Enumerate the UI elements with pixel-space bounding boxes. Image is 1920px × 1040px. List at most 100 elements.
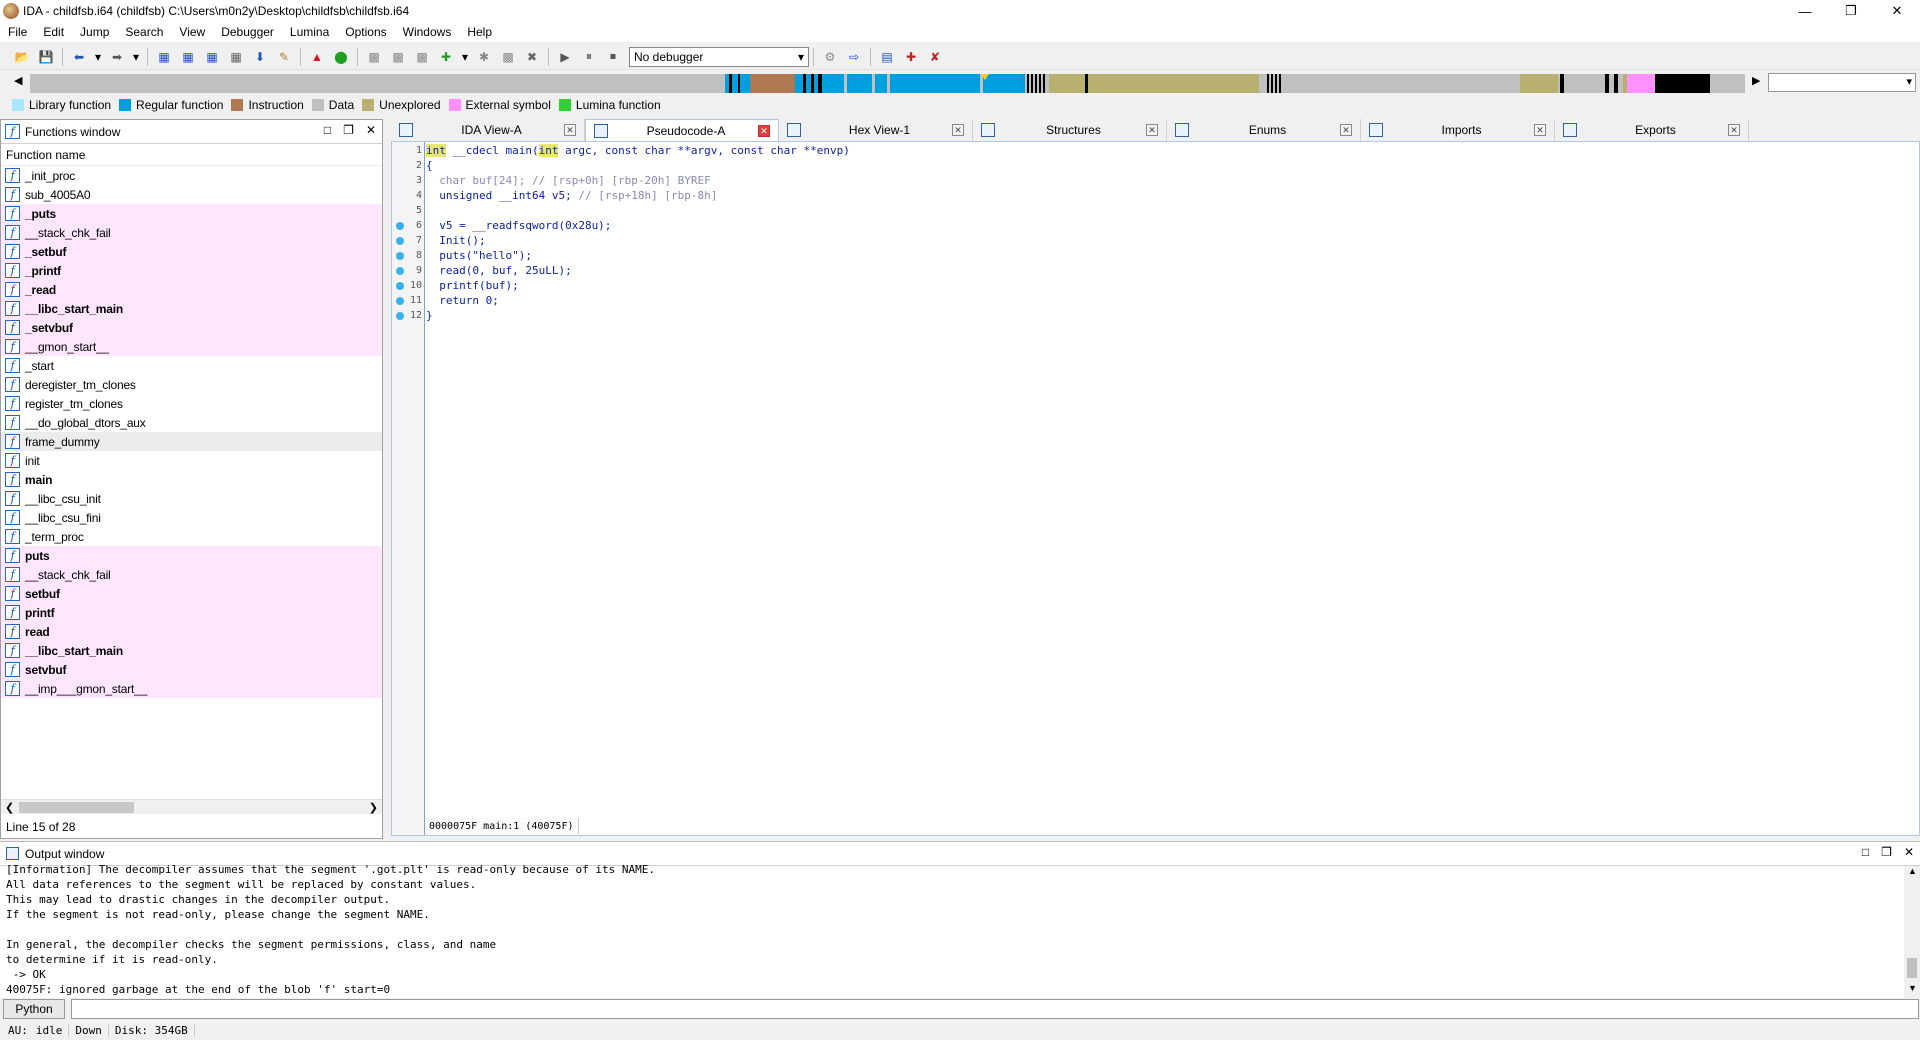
delete-icon[interactable]: ✖ [523, 48, 541, 66]
menu-file[interactable]: File [0, 25, 35, 39]
binary-search-icon[interactable]: ▦ [155, 48, 173, 66]
breakpoint-dot-icon[interactable] [396, 252, 404, 260]
function-list-item[interactable]: f __do_global_dtors_aux [1, 413, 382, 432]
function-list-item[interactable]: f __libc_csu_fini [1, 508, 382, 527]
function-list-item[interactable]: f frame_dummy [1, 432, 382, 451]
back-dropdown-icon[interactable]: ▾ [94, 48, 102, 66]
debugger-options-icon[interactable]: ⚙ [821, 48, 839, 66]
function-list-item[interactable]: f __gmon_start__ [1, 337, 382, 356]
patch-icon[interactable]: ▩ [365, 48, 383, 66]
function-list-item[interactable]: f __imp___gmon_start__ [1, 679, 382, 698]
debugger-select[interactable]: No debugger ▾ [629, 46, 809, 67]
settings-icon[interactable]: ✱ [475, 48, 493, 66]
tab-structures[interactable]: Structures ✕ [973, 119, 1167, 141]
function-list-item[interactable]: f setvbuf [1, 660, 382, 679]
scroll-left-icon[interactable]: ❮ [5, 801, 14, 814]
close-tab-icon[interactable]: ✕ [952, 124, 964, 136]
add-breakpoint-icon[interactable]: ✚ [902, 48, 920, 66]
function-list-item[interactable]: f _setvbuf [1, 318, 382, 337]
breakpoint-dot-icon[interactable] [396, 282, 404, 290]
nav-combo[interactable]: ▾ [1768, 73, 1916, 92]
tab-hex-view-1[interactable]: Hex View-1 ✕ [779, 119, 973, 141]
code-line-11[interactable]: return 0; [426, 293, 499, 308]
breakpoint-dot-icon[interactable] [396, 222, 404, 230]
code-line-8[interactable]: puts("hello"); [426, 248, 532, 263]
forward-dropdown-icon[interactable]: ▾ [132, 48, 140, 66]
text-search-icon[interactable]: ▦ [179, 48, 197, 66]
plus-icon[interactable]: ✚ [437, 48, 455, 66]
run-script-icon[interactable]: ⬤ [332, 48, 350, 66]
close-icon[interactable]: ✕ [1904, 845, 1914, 859]
menu-windows[interactable]: Windows [395, 25, 460, 39]
breakpoint-dot-icon[interactable] [396, 267, 404, 275]
vertical-scrollbar[interactable]: ▲ ▼ [1904, 866, 1920, 998]
nav-right-arrow-icon[interactable]: ▶ [1752, 74, 1760, 87]
function-list-item[interactable]: f __libc_start_main [1, 299, 382, 318]
close-tab-icon[interactable]: ✕ [758, 124, 770, 137]
float-icon[interactable]: ❐ [343, 123, 354, 137]
function-list-item[interactable]: f _puts [1, 204, 382, 223]
menu-view[interactable]: View [171, 25, 213, 39]
function-list-item[interactable]: f _start [1, 356, 382, 375]
maximize-icon[interactable]: □ [1862, 845, 1869, 859]
back-arrow-icon[interactable]: ⬅ [70, 48, 88, 66]
function-list-item[interactable]: f puts [1, 546, 382, 565]
navigation-bar[interactable] [30, 74, 1745, 93]
start-debug-icon[interactable]: ▶ [556, 48, 574, 66]
close-icon[interactable]: ✕ [366, 123, 376, 137]
code-line-6[interactable]: v5 = __readfsqword(0x28u); [426, 218, 611, 233]
menu-help[interactable]: Help [459, 25, 500, 39]
open-folder-icon[interactable]: 📂 [13, 48, 31, 66]
minimize-button[interactable]: — [1782, 0, 1828, 22]
code-line-3[interactable]: char buf[24]; // [rsp+0h] [rbp-20h] BYRE… [426, 173, 711, 188]
scroll-thumb[interactable] [19, 802, 134, 813]
function-list-item[interactable]: f main [1, 470, 382, 489]
scroll-thumb[interactable] [1907, 958, 1917, 978]
function-list-item[interactable]: f printf [1, 603, 382, 622]
plus-dropdown-icon[interactable]: ▾ [461, 48, 469, 66]
scroll-right-icon[interactable]: ❯ [369, 801, 378, 814]
scroll-up-icon[interactable]: ▲ [1908, 866, 1917, 876]
breakpoint-list-icon[interactable]: ▤ [878, 48, 896, 66]
function-list-item[interactable]: f _term_proc [1, 527, 382, 546]
function-list-item[interactable]: f _read [1, 280, 382, 299]
horizontal-scrollbar[interactable]: ❮ ❯ [1, 799, 382, 814]
menu-search[interactable]: Search [117, 25, 171, 39]
stop-debug-icon[interactable]: ⏹ [604, 48, 622, 66]
mark-position-icon[interactable]: ✎ [275, 48, 293, 66]
scroll-down-icon[interactable]: ▼ [1908, 983, 1917, 993]
command-input[interactable] [71, 999, 1919, 1019]
menu-lumina[interactable]: Lumina [282, 25, 337, 39]
pseudocode-window[interactable]: 1 2 3 4 5 6 7 8 9 10 11 12 int __cdecl main(int arg… [391, 141, 1920, 836]
next-code-icon[interactable]: ▦ [227, 48, 245, 66]
breakpoint-dot-icon[interactable] [396, 297, 404, 305]
menu-jump[interactable]: Jump [72, 25, 117, 39]
close-tab-icon[interactable]: ✕ [1340, 124, 1352, 136]
immediate-search-icon[interactable]: ▦ [203, 48, 221, 66]
menu-options[interactable]: Options [337, 25, 394, 39]
code-line-4[interactable]: unsigned __int64 v5; // [rsp+18h] [rbp-8… [426, 188, 717, 203]
function-list-item[interactable]: f read [1, 622, 382, 641]
function-list-item[interactable]: f __stack_chk_fail [1, 565, 382, 584]
save-icon[interactable]: 💾 [37, 48, 55, 66]
code-line-12[interactable]: } [426, 308, 433, 323]
forward-arrow-icon[interactable]: ➡ [108, 48, 126, 66]
code-line-2[interactable]: { [426, 158, 433, 173]
segment-icon[interactable]: ▩ [499, 48, 517, 66]
function-list-item[interactable]: f __stack_chk_fail [1, 223, 382, 242]
code-line-10[interactable]: printf(buf); [426, 278, 518, 293]
function-list-item[interactable]: f _printf [1, 261, 382, 280]
tab-exports[interactable]: Exports ✕ [1555, 119, 1749, 141]
function-list-item[interactable]: f __libc_csu_init [1, 489, 382, 508]
tab-pseudocode-a[interactable]: Pseudocode-A ✕ [585, 119, 779, 141]
maximize-icon[interactable]: □ [324, 123, 331, 137]
function-list-item[interactable]: f __libc_start_main [1, 641, 382, 660]
output-text[interactable]: [Information] The decompiler assumes tha… [6, 862, 655, 997]
close-tab-icon[interactable]: ✕ [1146, 124, 1158, 136]
function-list-item[interactable]: f setbuf [1, 584, 382, 603]
code-line-1[interactable]: int __cdecl main(int argc, const char **… [426, 143, 850, 158]
function-list-item[interactable]: f _setbuf [1, 242, 382, 261]
code-line-9[interactable]: read(0, buf, 25uLL); [426, 263, 571, 278]
breakpoint-dot-icon[interactable] [396, 312, 404, 320]
tab-enums[interactable]: Enums ✕ [1167, 119, 1361, 141]
